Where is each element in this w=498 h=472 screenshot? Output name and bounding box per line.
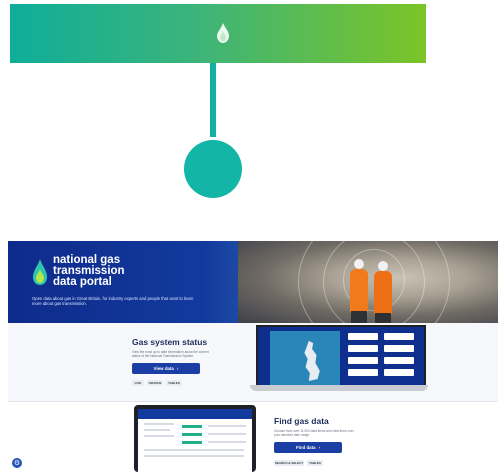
connector-line	[210, 63, 216, 137]
monitor-illustration	[134, 405, 256, 472]
button-label: Find data	[296, 445, 316, 450]
chevron-right-icon: ›	[176, 366, 179, 371]
portal-hero: national gas transmission data portal Op…	[8, 241, 498, 353]
section-description: View the most up to date information abo…	[132, 350, 209, 358]
section-title: Gas system status	[132, 337, 208, 347]
flame-icon	[217, 23, 229, 43]
view-data-button[interactable]: View data ›	[132, 363, 200, 374]
header-banner	[10, 4, 426, 63]
logo-line-3: data portal	[53, 276, 112, 288]
tunnel-photo	[238, 241, 498, 353]
settings-icon[interactable]: ⚙	[12, 458, 22, 468]
uk-map	[270, 331, 340, 385]
logo-drop-icon	[33, 259, 47, 285]
tag-graphs: GRAPHS	[147, 380, 163, 386]
tag-live: LIVE	[132, 380, 144, 386]
timeline-node[interactable]	[184, 140, 242, 198]
portal-logo-text: national gas transmission data portal	[53, 254, 163, 288]
section-description: Choose from over 11,000 data items and v…	[274, 429, 354, 437]
button-label: View data	[153, 366, 174, 371]
section-title: Find gas data	[274, 416, 329, 426]
hero-tagline: Open data about gas in Great Britain, fo…	[32, 296, 194, 306]
tag-tables: TABLES	[307, 460, 323, 466]
portal-screenshot: national gas transmission data portal Op…	[8, 241, 498, 472]
tag-tables: TABLES	[166, 380, 182, 386]
tag-search-select: SEARCH & SELECT	[274, 460, 304, 466]
chevron-right-icon: ›	[318, 445, 320, 450]
laptop-illustration	[250, 325, 428, 391]
find-data-button[interactable]: Find data ›	[274, 442, 342, 453]
